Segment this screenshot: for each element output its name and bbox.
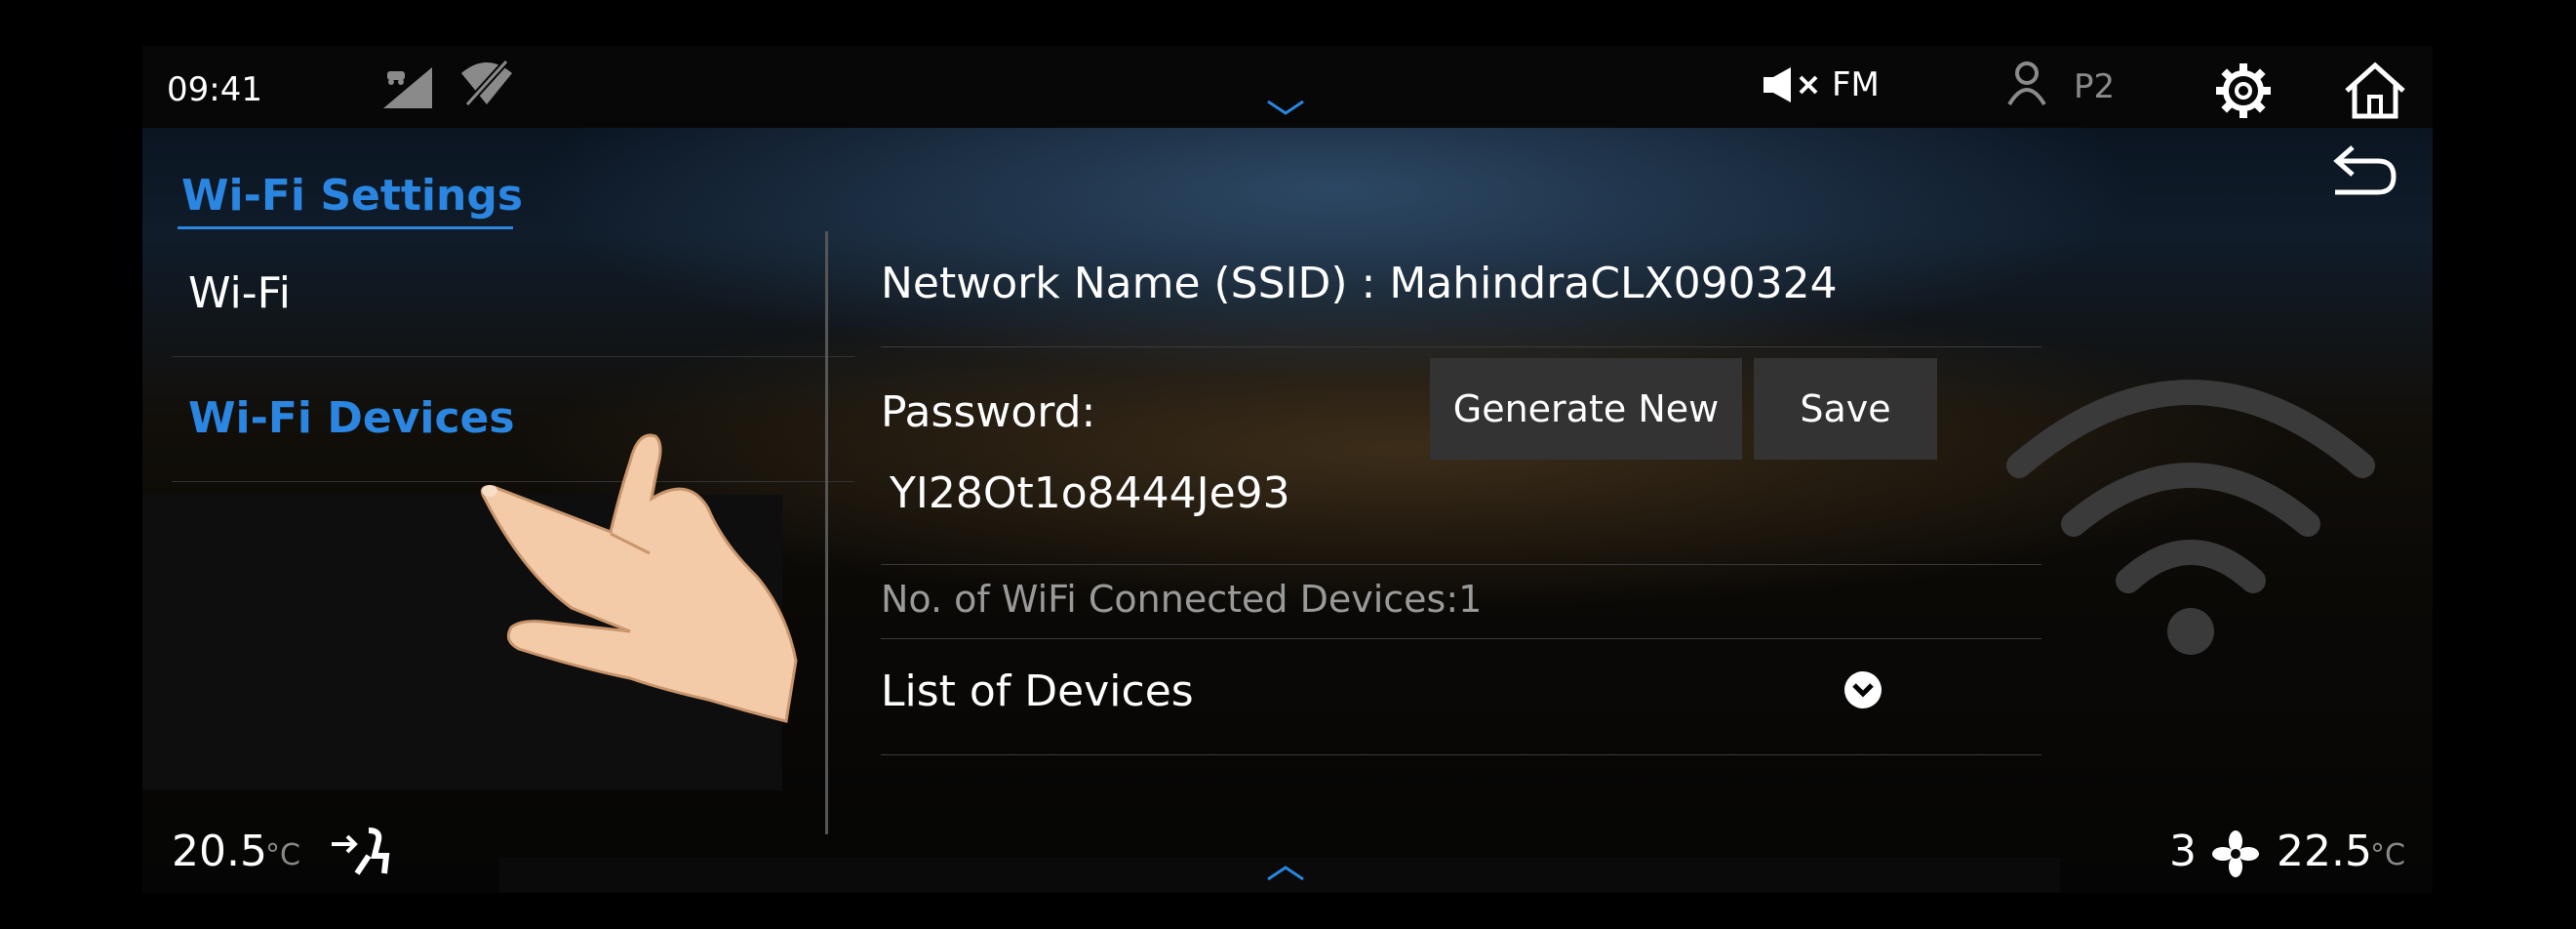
network-name: Network Name (SSID) : MahindraCLX090324: [881, 259, 1838, 308]
right-temp-unit: °C: [2370, 838, 2405, 872]
expand-icon[interactable]: [1843, 670, 1882, 709]
divider: [881, 754, 2041, 755]
fan-icon[interactable]: [2212, 830, 2259, 877]
sidebar-item-label: Wi-Fi: [188, 268, 291, 318]
user-icon[interactable]: [2005, 60, 2048, 106]
divider: [881, 564, 2041, 565]
wifi-off-icon: [457, 58, 516, 108]
back-icon[interactable]: [2327, 143, 2399, 200]
save-button[interactable]: Save: [1754, 358, 1937, 460]
seat-airflow-icon[interactable]: [330, 827, 392, 877]
chevron-up-icon[interactable]: [1266, 864, 1305, 883]
connected-devices-count: No. of WiFi Connected Devices:1: [881, 578, 1483, 621]
car-signal-icon: [379, 63, 434, 110]
left-temperature[interactable]: 20.5: [172, 827, 267, 876]
clock: 09:41: [167, 70, 262, 109]
hand-pointer-icon: [464, 407, 884, 729]
right-temperature[interactable]: 22.5: [2277, 827, 2372, 876]
generate-new-button[interactable]: Generate New: [1430, 358, 1742, 460]
password-label: Password:: [881, 387, 1096, 437]
divider: [881, 346, 2041, 347]
title-underline: [178, 226, 513, 229]
home-icon[interactable]: [2343, 61, 2407, 120]
audio-source[interactable]: FM: [1832, 65, 1880, 104]
chevron-down-icon[interactable]: [1266, 98, 1305, 117]
left-temp-unit: °C: [265, 838, 300, 872]
mute-icon[interactable]: [1762, 65, 1822, 104]
wifi-icon: [2005, 378, 2376, 661]
divider: [881, 638, 2041, 639]
fan-speed[interactable]: 3: [2169, 827, 2197, 876]
profile-label[interactable]: P2: [2074, 67, 2115, 106]
gear-icon[interactable]: [2214, 61, 2273, 120]
infotainment-screen: 09:41 FM P2 Wi-Fi Settings Wi-Fi Wi-Fi D…: [142, 46, 2433, 893]
page-title: Wi-Fi Settings: [181, 171, 524, 221]
list-of-devices-label[interactable]: List of Devices: [881, 666, 1194, 716]
sidebar-item-wifi[interactable]: Wi-Fi: [172, 231, 854, 357]
password-value: YI28Ot1o8444Je93: [890, 468, 1290, 518]
